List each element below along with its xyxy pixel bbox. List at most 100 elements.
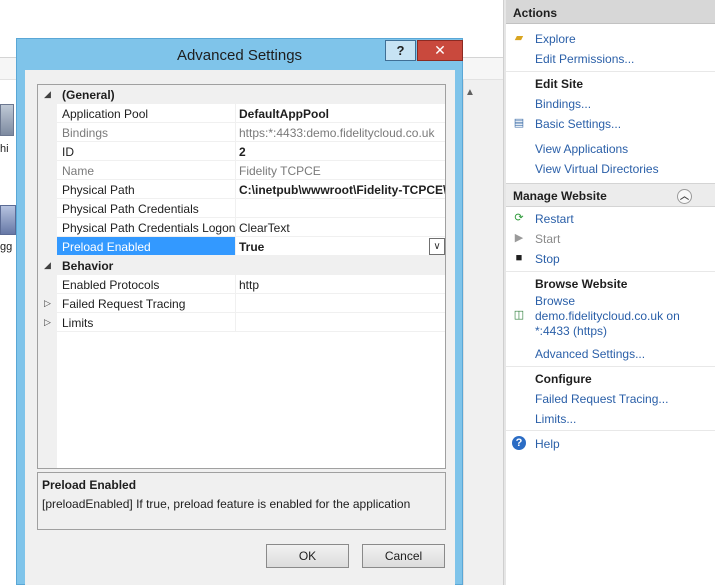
actions-pane: Actions ▰ Explore Edit Permissions... Ed… — [506, 0, 715, 585]
actions-title: Actions — [506, 0, 715, 24]
manage-website-title: Manage Website — [513, 189, 607, 203]
property-label: Name — [57, 161, 235, 180]
property-label: Physical Path — [57, 180, 235, 199]
property-value[interactable] — [235, 199, 445, 218]
property-label: Application Pool — [57, 104, 235, 123]
category-label: Behavior — [57, 256, 235, 275]
grid-gutter — [38, 180, 57, 199]
description-panel: Preload Enabled [preloadEnabled] If true… — [37, 472, 446, 530]
separator — [506, 71, 715, 72]
stop-link[interactable]: Stop — [535, 252, 560, 266]
manage-website-header[interactable]: Manage Website ︿ — [506, 183, 715, 207]
grid-gutter — [38, 237, 57, 256]
separator — [506, 366, 715, 367]
property-label: Physical Path Credentials Logon — [57, 218, 235, 237]
logging-icon — [0, 205, 16, 235]
property-value[interactable]: http — [235, 275, 445, 294]
browse-globe-icon: ◫ — [513, 309, 525, 321]
explore-link[interactable]: Explore — [535, 32, 576, 46]
property-value[interactable]: 2 — [235, 142, 445, 161]
scroll-up-arrow-icon[interactable]: ▲ — [465, 87, 475, 98]
property-row-application-pool[interactable]: Application Pool DefaultAppPool — [38, 104, 445, 123]
property-label: Bindings — [57, 123, 235, 142]
property-value[interactable] — [235, 313, 445, 332]
main-vertical-scrollbar[interactable] — [463, 80, 503, 585]
help-link[interactable]: Help — [535, 437, 560, 451]
property-row-enabled-protocols[interactable]: Enabled Protocols http — [38, 275, 445, 294]
grid-gutter-fill — [38, 332, 57, 468]
dialog-titlebar[interactable]: Advanced Settings ? ✕ — [17, 39, 463, 70]
advanced-settings-dialog: Advanced Settings ? ✕ ◢ (General) Applic… — [16, 38, 463, 585]
help-button[interactable]: ? — [385, 40, 416, 61]
expand-triangle-icon[interactable]: ▷ — [44, 298, 51, 309]
configure-title: Configure — [535, 372, 592, 386]
limits-link[interactable]: Limits... — [535, 412, 576, 426]
browse-website-title: Browse Website — [535, 277, 628, 291]
property-row-physical-path[interactable]: Physical Path C:\inetpub\wwwroot\Fidelit… — [38, 180, 445, 199]
property-label: Preload Enabled — [57, 237, 235, 256]
grid-gutter — [38, 104, 57, 123]
collapse-triangle-icon[interactable]: ◢ — [44, 260, 51, 271]
property-row-physical-path-credentials-logon[interactable]: Physical Path Credentials Logon ClearTex… — [38, 218, 445, 237]
property-value[interactable]: Fidelity TCPCE — [235, 161, 445, 180]
property-label: Limits — [57, 313, 235, 332]
property-label: Physical Path Credentials — [57, 199, 235, 218]
cancel-button[interactable]: Cancel — [362, 544, 445, 568]
bindings-link[interactable]: Bindings... — [535, 97, 591, 111]
background-item-label: hi — [0, 143, 9, 155]
ok-button[interactable]: OK — [266, 544, 349, 568]
edit-site-title: Edit Site — [535, 77, 584, 91]
edit-permissions-link[interactable]: Edit Permissions... — [535, 52, 634, 66]
restart-link[interactable]: Restart — [535, 212, 574, 226]
view-applications-link[interactable]: View Applications — [535, 142, 628, 156]
grid-gutter — [38, 199, 57, 218]
category-behavior[interactable]: ◢ Behavior — [38, 256, 445, 275]
dropdown-chevron-down-icon[interactable]: ∨ — [429, 238, 445, 255]
property-value[interactable]: ClearText — [235, 218, 445, 237]
collapse-triangle-icon[interactable]: ◢ — [44, 89, 51, 100]
grid-gutter — [38, 275, 57, 294]
browse-link-line3[interactable]: *:4433 (https) — [535, 324, 607, 338]
property-value[interactable]: DefaultAppPool — [235, 104, 445, 123]
collapse-chevron-up-icon[interactable]: ︿ — [677, 189, 692, 204]
property-value[interactable]: https:*:4433:demo.fidelitycloud.co.uk — [235, 123, 445, 142]
close-button[interactable]: ✕ — [417, 40, 463, 61]
server-icon — [0, 104, 14, 136]
property-value[interactable] — [235, 294, 445, 313]
stop-icon: ■ — [515, 252, 523, 264]
category-label: (General) — [57, 85, 235, 104]
property-row-limits[interactable]: ▷ Limits — [38, 313, 445, 332]
start-link[interactable]: Start — [535, 232, 560, 246]
start-icon: ▶ — [514, 232, 524, 244]
property-label: ID — [57, 142, 235, 161]
grid-gutter — [38, 218, 57, 237]
settings-page-icon: ▤ — [513, 117, 525, 129]
browse-link-line1[interactable]: Browse — [535, 294, 575, 308]
browse-link-line2[interactable]: demo.fidelitycloud.co.uk on — [535, 309, 680, 323]
property-row-id[interactable]: ID 2 — [38, 142, 445, 161]
folder-icon: ▰ — [514, 32, 524, 44]
property-row-name[interactable]: Name Fidelity TCPCE — [38, 161, 445, 180]
property-row-bindings[interactable]: Bindings https:*:4433:demo.fidelitycloud… — [38, 123, 445, 142]
dialog-client-area: ◢ (General) Application Pool DefaultAppP… — [25, 70, 455, 585]
property-row-failed-request-tracing[interactable]: ▷ Failed Request Tracing — [38, 294, 445, 313]
separator — [506, 430, 715, 431]
grid-gutter — [38, 161, 57, 180]
grid-gutter — [38, 142, 57, 161]
help-icon: ? — [512, 436, 526, 450]
property-value[interactable]: True — [235, 237, 445, 256]
view-virtual-directories-link[interactable]: View Virtual Directories — [535, 162, 659, 176]
advanced-settings-link[interactable]: Advanced Settings... — [535, 347, 645, 361]
basic-settings-link[interactable]: Basic Settings... — [535, 117, 621, 131]
category-general[interactable]: ◢ (General) — [38, 85, 445, 104]
failed-request-tracing-link[interactable]: Failed Request Tracing... — [535, 392, 668, 406]
expand-triangle-icon[interactable]: ▷ — [44, 317, 51, 328]
property-grid: ◢ (General) Application Pool DefaultAppP… — [37, 84, 446, 469]
property-row-preload-enabled[interactable]: Preload Enabled True ∨ — [38, 237, 445, 256]
background-item-label: gg — [0, 241, 13, 253]
property-row-physical-path-credentials[interactable]: Physical Path Credentials — [38, 199, 445, 218]
restart-icon: ⟳ — [514, 212, 524, 224]
property-value[interactable]: C:\inetpub\wwwroot\Fidelity-TCPCE\I — [235, 180, 445, 199]
property-label: Enabled Protocols — [57, 275, 235, 294]
separator — [506, 271, 715, 272]
